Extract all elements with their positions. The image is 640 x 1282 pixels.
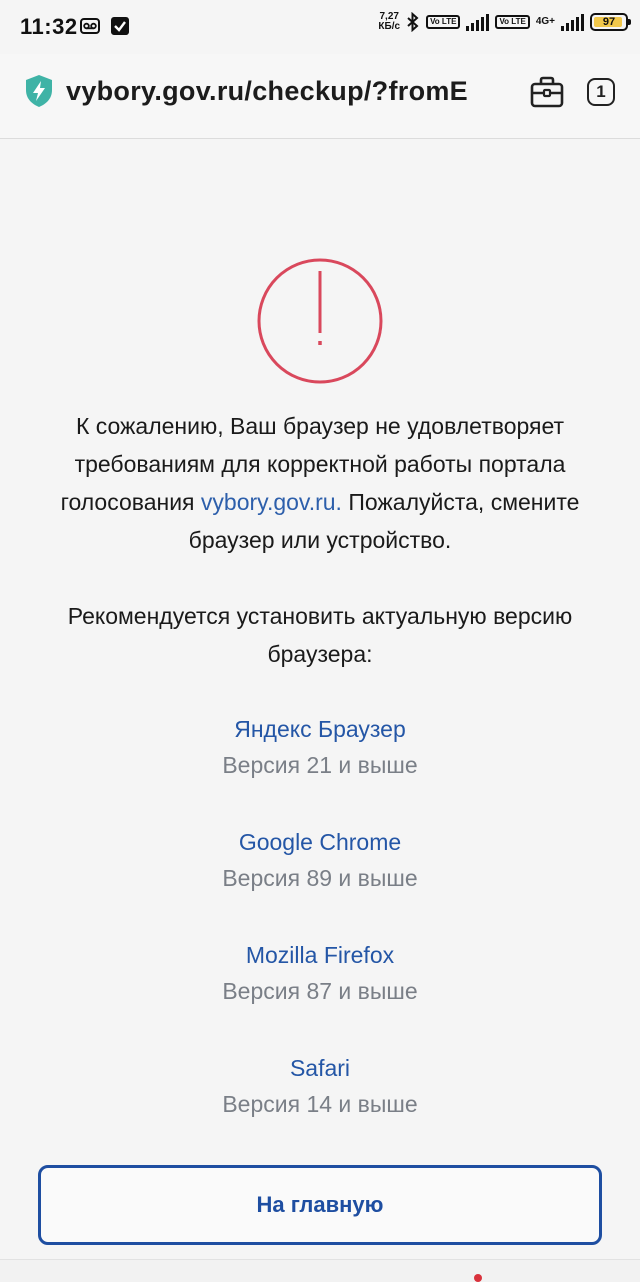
browser-option-firefox: Mozilla Firefox Версия 87 и выше [120,937,520,1009]
status-right-icons: 7,27 КБ/с Vo LTE Vo LTE 4G+ 97 [378,12,631,32]
browser-option-safari: Safari Версия 14 и выше [120,1050,520,1122]
status-notification-icons [80,16,130,36]
signal-strength-icon-2 [561,13,584,31]
browser-version-safari: Версия 14 и выше [222,1091,418,1117]
browser-link-safari[interactable]: Safari [120,1050,520,1086]
battery-percent: 97 [602,16,616,28]
network-speed-unit: КБ/с [378,21,401,32]
signal-strength-icon-1 [466,13,490,31]
portal-link[interactable]: vybory.gov.ru. [201,489,342,515]
address-bar-url[interactable]: vybory.gov.ru/checkup/?fromE [66,76,512,107]
bluetooth-icon [407,12,419,32]
browser-option-chrome: Google Chrome Версия 89 и выше [120,824,520,896]
volte-badge-1: Vo LTE [426,15,461,29]
browser-link-chrome[interactable]: Google Chrome [120,824,520,860]
battery-icon: 97 [590,13,631,31]
shield-icon[interactable] [24,74,54,108]
browser-version-yandex: Версия 21 и выше [222,752,418,778]
status-bar: 11:32 7,27 КБ/с Vo LTE Vo LTE 4G+ 97 [0,0,640,54]
browser-toolbar: vybory.gov.ru/checkup/?fromE 1 [0,54,640,139]
warning-icon [257,258,383,384]
volte-badge-2: Vo LTE [495,15,530,29]
browser-version-chrome: Версия 89 и выше [222,865,418,891]
recommendation-text: Рекомендуется установить актуальную верс… [67,603,573,667]
briefcase-icon[interactable] [530,76,564,108]
voicemail-icon [80,18,100,34]
status-time: 11:32 [20,14,78,39]
network-speed: 7,27 КБ/с [378,12,400,32]
browser-version-firefox: Версия 87 и выше [222,978,418,1004]
system-nav-bar [0,1259,640,1282]
browser-link-firefox[interactable]: Mozilla Firefox [120,937,520,973]
checkbox-icon [111,17,129,35]
browser-link-yandex[interactable]: Яндекс Браузер [120,711,520,747]
network-type: 4G+ [535,16,555,27]
error-message: К сожалению, Ваш браузер не удовлетворяе… [30,407,610,559]
tabs-count-button[interactable]: 1 [587,78,615,106]
browser-option-yandex: Яндекс Браузер Версия 21 и выше [120,711,520,783]
page-content: К сожалению, Ваш браузер не удовлетворяе… [0,139,640,1259]
home-button[interactable]: На главную [38,1165,602,1245]
